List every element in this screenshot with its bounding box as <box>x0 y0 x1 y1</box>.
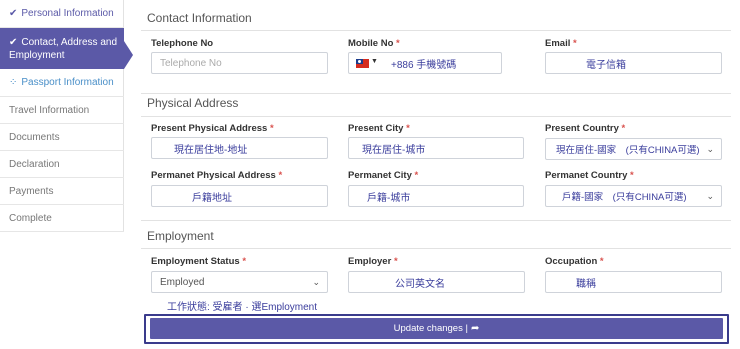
present-country-value: 現在居住-國家 (只有CHINA可選) <box>556 145 700 156</box>
permanent-address-input[interactable]: 戶籍地址 <box>151 185 328 207</box>
step-sidebar: ✔ Personal Information ✔ Contact, Address… <box>0 0 133 232</box>
present-address-value: 現在居住地-地址 <box>174 144 248 156</box>
share-arrow-icon: ➦ <box>470 323 480 334</box>
chevron-down-icon: ⌄ <box>312 277 320 287</box>
permanent-address-value: 戶籍地址 <box>192 192 232 204</box>
employer-label: Employer * <box>348 256 398 267</box>
spinner-icon: ⁘ <box>9 77 18 88</box>
check-icon: ✔ <box>9 36 18 48</box>
employment-hint-annotation: 工作狀態: 受雇者 · 選Employment <box>167 302 318 313</box>
permanent-country-label: Permanet Country * <box>545 170 634 181</box>
sidebar-item-label: Declaration <box>9 158 60 170</box>
sidebar-item-label: Payments <box>9 185 54 197</box>
update-changes-label: Update changes | <box>393 323 468 334</box>
section-divider <box>141 93 731 94</box>
section-divider <box>141 30 731 31</box>
occupation-input[interactable]: 職稱 <box>545 271 722 293</box>
sidebar-item-label: Travel Information <box>9 104 90 116</box>
employment-status-value: Employed <box>160 276 205 288</box>
sidebar-item-complete[interactable]: Complete <box>0 205 124 232</box>
email-value: 電子信箱 <box>586 59 626 71</box>
check-icon: ✔ <box>9 8 18 19</box>
present-city-input[interactable]: 現在居住-城市 <box>348 137 524 159</box>
sidebar-item-declaration[interactable]: Declaration <box>0 151 124 178</box>
address-section-title: Physical Address <box>147 96 239 110</box>
sidebar-item-label-wrap: ✔ Contact, Address and Employment <box>9 36 121 62</box>
email-input[interactable]: 電子信箱 <box>545 52 722 74</box>
employer-value: 公司英文名 <box>395 278 445 290</box>
present-city-label: Present City * <box>348 123 410 134</box>
chevron-down-icon: ⌄ <box>706 191 714 201</box>
sidebar-item-personal-information[interactable]: ✔ Personal Information <box>0 0 124 28</box>
permanent-country-select[interactable]: 戶籍-國家 (只有CHINA可選) ⌄ <box>545 185 722 207</box>
mobile-label: Mobile No * <box>348 38 400 49</box>
contact-section-title: Contact Information <box>147 11 252 25</box>
telephone-label: Telephone No <box>151 38 214 49</box>
telephone-input[interactable]: Telephone No <box>151 52 328 74</box>
section-divider <box>141 220 731 221</box>
employment-section-title: Employment <box>147 229 214 243</box>
sidebar-item-travel-information[interactable]: Travel Information <box>0 97 124 124</box>
present-address-input[interactable]: 現在居住地-地址 <box>151 137 328 159</box>
occupation-label: Occupation * <box>545 256 604 267</box>
sidebar-item-label: Contact, Address and Employment <box>9 36 118 61</box>
sidebar-item-label: Documents <box>9 131 60 143</box>
employment-status-select[interactable]: Employed ⌄ <box>151 271 328 293</box>
update-changes-button[interactable]: Update changes | ➦ <box>150 318 723 339</box>
sidebar-item-label: Personal Information <box>21 8 114 19</box>
taiwan-flag-icon[interactable] <box>356 59 369 68</box>
present-country-select[interactable]: 現在居住-國家 (只有CHINA可選) ⌄ <box>545 138 722 160</box>
present-city-value: 現在居住-城市 <box>362 144 426 156</box>
chevron-down-icon: ⌄ <box>706 144 714 154</box>
present-country-label: Present Country * <box>545 123 626 134</box>
occupation-value: 職稱 <box>576 278 596 290</box>
sidebar-item-passport-information[interactable]: ⁘ Passport Information <box>0 69 124 97</box>
caret-down-icon[interactable]: ▼ <box>371 58 378 65</box>
permanent-address-label: Permanet Physical Address * <box>151 170 283 181</box>
section-divider <box>141 116 731 117</box>
sidebar-item-label: Passport Information <box>21 77 114 88</box>
telephone-placeholder: Telephone No <box>160 57 222 69</box>
mobile-input[interactable]: ▼ +886 手機號碼 <box>348 52 502 74</box>
section-divider <box>141 248 731 249</box>
permanent-city-label: Permanet City * <box>348 170 419 181</box>
employment-status-label: Employment Status * <box>151 256 247 267</box>
permanent-city-input[interactable]: 戶籍-城市 <box>348 185 524 207</box>
mobile-value: +886 手機號碼 <box>391 59 457 71</box>
email-label: Email * <box>545 38 577 49</box>
permanent-city-value: 戶籍-城市 <box>367 192 411 204</box>
sidebar-item-documents[interactable]: Documents <box>0 124 124 151</box>
permanent-country-value: 戶籍-國家 (只有CHINA可選) <box>562 192 687 203</box>
present-address-label: Present Physical Address * <box>151 123 274 134</box>
employer-input[interactable]: 公司英文名 <box>348 271 525 293</box>
sidebar-item-payments[interactable]: Payments <box>0 178 124 205</box>
sidebar-item-contact-address-employment[interactable]: ✔ Contact, Address and Employment <box>0 28 133 69</box>
sidebar-item-label: Complete <box>9 212 52 224</box>
